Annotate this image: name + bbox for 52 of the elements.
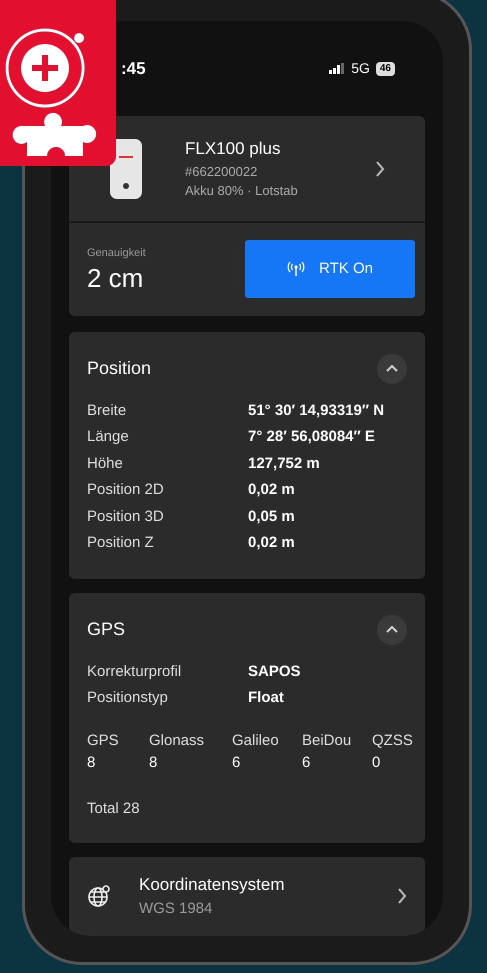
chevron-up-icon xyxy=(385,624,399,635)
device-card[interactable]: FLX100 plus #662200022 Akku 80% · Lotstab xyxy=(69,116,425,224)
field-label: Korrekturprofil xyxy=(87,662,182,682)
chevron-up-icon xyxy=(385,364,399,374)
chevron-right-icon xyxy=(375,160,385,178)
setting-title: Koordinatensystem xyxy=(139,874,286,896)
signal-icon xyxy=(329,63,346,74)
setting-value: WGS 1984 xyxy=(139,898,214,919)
field-value: 0,02 m xyxy=(248,480,295,500)
satellite-total: Total 28 xyxy=(87,800,140,817)
antenna-icon xyxy=(287,261,306,278)
device-name: FLX100 plus xyxy=(185,138,282,160)
field-label: Positionstyp xyxy=(87,688,169,708)
field-value: 7° 28′ 56,08084″ E xyxy=(248,427,375,448)
field-value: 127,752 m xyxy=(248,454,320,474)
satellite-count: 8 xyxy=(87,753,96,774)
accuracy-value: 2 cm xyxy=(87,262,144,294)
network-label: 5G xyxy=(351,59,370,78)
battery-indicator: 46 xyxy=(376,62,395,76)
field-label: Position 3D xyxy=(87,506,165,527)
field-value: SAPOS xyxy=(248,662,301,682)
section-title: Position xyxy=(87,357,152,380)
field-label: Länge xyxy=(87,427,130,448)
field-label: Höhe xyxy=(87,454,124,474)
field-label: Position 2D xyxy=(87,480,165,500)
satellite-count: 0 xyxy=(372,753,382,774)
collapse-button[interactable] xyxy=(377,614,407,645)
field-value: 51° 30′ 14,93319″ N xyxy=(248,400,384,421)
section-title: GPS xyxy=(87,618,126,642)
satellite-count: 8 xyxy=(149,753,158,774)
status-time: :45 xyxy=(121,58,146,80)
field-value: 0,05 m xyxy=(248,506,295,527)
constellation-name: QZSS xyxy=(372,730,414,751)
collapse-button[interactable] xyxy=(377,354,407,384)
field-label: Breite xyxy=(87,400,128,421)
constellation-name: BeiDou xyxy=(302,730,352,751)
field-label: Position Z xyxy=(87,533,155,554)
rtk-button[interactable]: RTK On xyxy=(245,240,415,298)
constellation-name: Glonass xyxy=(149,730,206,751)
field-value: Float xyxy=(248,688,284,708)
receiver-drawing xyxy=(109,138,143,200)
constellation-name: Galileo xyxy=(232,730,280,751)
accuracy-label: Genauigkeit xyxy=(87,246,146,262)
satellite-count: 6 xyxy=(302,753,312,774)
globe-icon xyxy=(87,884,111,908)
device-serial: #662200022 xyxy=(185,162,258,181)
chevron-right-icon xyxy=(397,887,407,906)
constellation-name: GPS xyxy=(87,730,120,751)
field-value: 0,02 m xyxy=(248,533,295,554)
device-details: Akku 80% · Lotstab xyxy=(185,182,299,200)
coordinate-system-row[interactable]: Koordinatensystem WGS 1984 xyxy=(69,856,425,936)
satellite-count: 6 xyxy=(232,753,242,774)
